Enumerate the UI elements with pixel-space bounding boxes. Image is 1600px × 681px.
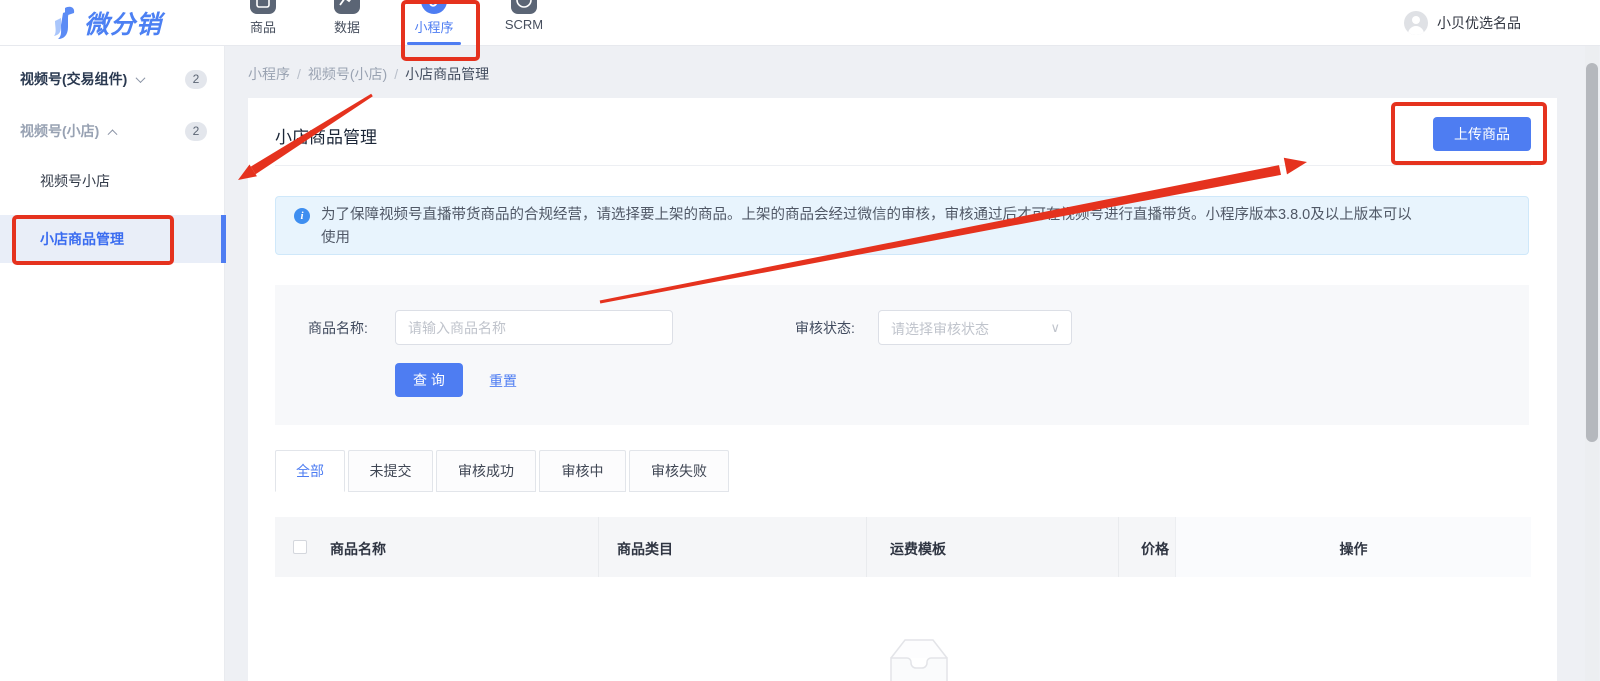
group-badge: 2 — [185, 121, 207, 141]
breadcrumb-item-miniprogram[interactable]: 小程序 — [248, 66, 290, 82]
column-price: 价格 — [1141, 541, 1169, 557]
info-alert: i 为了保障视频号直播带货商品的合规经营，请选择要上架的商品。上架的商品会经过微… — [275, 196, 1529, 255]
nav-item-miniprogram[interactable]: 小程序 — [406, 0, 462, 46]
search-panel: 商品名称: 审核状态: 请选择审核状态 ∨ 查 询 重置 — [275, 285, 1529, 425]
column-divider — [1118, 517, 1119, 577]
nav-item-data[interactable]: 数据 — [322, 0, 372, 46]
column-category: 商品类目 — [617, 541, 673, 557]
user-avatar-icon — [1404, 11, 1428, 35]
tab-audit-success[interactable]: 审核成功 — [436, 450, 536, 492]
top-navigation: 商品 数据 小程序 SCRM — [238, 0, 552, 46]
select-chevron-icon: ∨ — [1050, 320, 1060, 335]
breadcrumb: 小程序 / 视频号(小店) / 小店商品管理 — [248, 66, 490, 82]
column-divider — [598, 517, 599, 577]
active-item-indicator — [221, 215, 226, 263]
select-placeholder: 请选择审核状态 — [891, 321, 989, 337]
product-name-input[interactable] — [395, 310, 673, 345]
nav-item-products[interactable]: 商品 — [238, 0, 288, 46]
sidebar-item-shop-product-management[interactable]: 小店商品管理 — [0, 215, 226, 263]
active-tab-underline — [407, 42, 461, 45]
nav-item-scrm[interactable]: SCRM — [496, 0, 552, 46]
tab-not-submitted[interactable]: 未提交 — [348, 450, 433, 492]
chevron-down-icon — [135, 72, 146, 83]
table-header: 商品名称 商品类目 运费模板 价格 操作 — [275, 517, 1531, 577]
tab-audit-failed[interactable]: 审核失败 — [629, 450, 729, 492]
column-product-name: 商品名称 — [330, 541, 386, 557]
brand-name: 微分销 — [84, 11, 163, 39]
page-title: 小店商品管理 — [275, 128, 377, 147]
brand-logo-icon — [54, 6, 75, 40]
sidebar-group-video-trade[interactable]: 视频号(交易组件) 2 — [0, 58, 225, 100]
tab-audit-pending[interactable]: 审核中 — [539, 450, 626, 492]
tab-all[interactable]: 全部 — [275, 450, 345, 492]
reset-button[interactable]: 重置 — [489, 371, 517, 391]
divider — [275, 165, 1531, 166]
query-button[interactable]: 查 询 — [395, 363, 463, 397]
products-icon — [250, 0, 276, 14]
alert-text: 为了保障视频号直播带货商品的合规经营，请选择要上架的商品。上架的商品会经过微信的… — [321, 207, 1412, 246]
fixed-action-column: 操作 — [1175, 517, 1531, 577]
scrm-icon — [511, 0, 537, 14]
upload-product-button[interactable]: 上传商品 — [1433, 117, 1531, 151]
sidebar: 视频号(交易组件) 2 视频号(小店) 2 视频号小店 小店商品管理 — [0, 46, 226, 681]
product-name-label: 商品名称: — [308, 320, 368, 336]
sidebar-item-video-shop[interactable]: 视频号小店 — [0, 160, 225, 202]
audit-status-select[interactable]: 请选择审核状态 ∨ — [878, 310, 1072, 345]
chevron-up-icon — [107, 128, 118, 139]
user-name: 小贝优选名品 — [1437, 15, 1521, 31]
breadcrumb-item-current: 小店商品管理 — [405, 66, 490, 82]
audit-status-label: 审核状态: — [795, 320, 855, 336]
main-panel: 小店商品管理 上传商品 i 为了保障视频号直播带货商品的合规经营，请选择要上架的… — [248, 98, 1557, 681]
empty-state-icon — [874, 636, 964, 681]
column-freight: 运费模板 — [890, 541, 946, 557]
column-divider — [866, 517, 867, 577]
app-window: 微分销 商品 数据 小程序 SCRM 小贝优选名品 视频号(交易组件) 2 视频… — [0, 0, 1600, 681]
group-badge: 2 — [185, 69, 207, 89]
data-icon — [334, 0, 360, 14]
brand-logo[interactable]: 微分销 — [52, 5, 162, 41]
scrollbar-thumb[interactable] — [1586, 63, 1598, 442]
top-bar: 微分销 商品 数据 小程序 SCRM 小贝优选名品 — [0, 0, 1600, 46]
select-all-checkbox[interactable] — [293, 540, 307, 554]
breadcrumb-item-video-shop[interactable]: 视频号(小店) — [308, 66, 387, 82]
info-icon: i — [294, 208, 310, 224]
status-tabs: 全部 未提交 审核成功 审核中 审核失败 — [275, 450, 729, 492]
miniprogram-icon — [421, 0, 447, 14]
column-action: 操作 — [1339, 541, 1368, 557]
user-menu[interactable]: 小贝优选名品 — [1404, 0, 1521, 46]
sidebar-group-video-shop[interactable]: 视频号(小店) 2 — [0, 110, 225, 152]
